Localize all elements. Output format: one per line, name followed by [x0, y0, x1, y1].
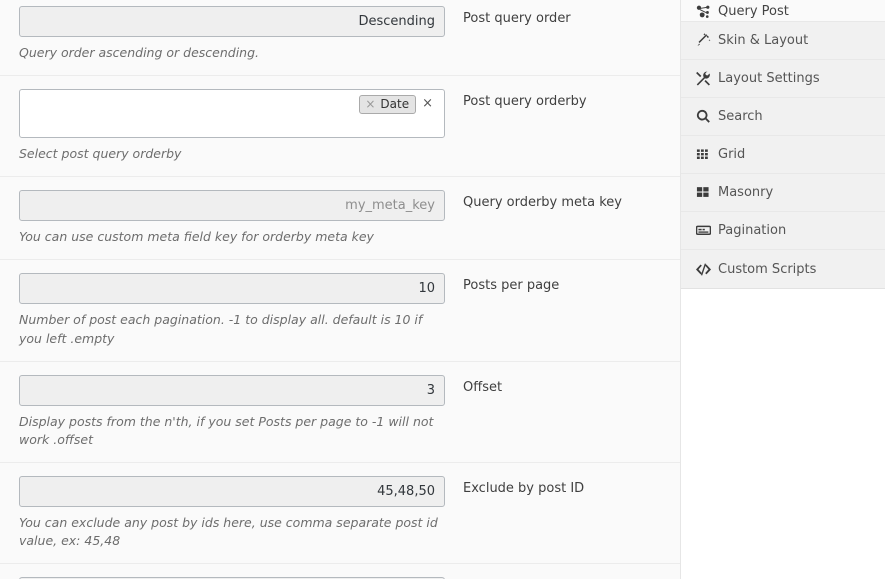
- pagination-icon: [695, 223, 711, 239]
- masonry-icon: [695, 185, 711, 201]
- sidebar-item-label: Query Post: [718, 4, 789, 19]
- field-label: Exclude by post ID: [463, 480, 585, 496]
- sidebar-item-pagination[interactable]: Pagination: [681, 212, 885, 250]
- post-query-orderby-multiselect[interactable]: × Date ×: [19, 89, 445, 139]
- field-control: Display posts from the n'th, if you set …: [0, 374, 445, 449]
- field-row: Posts per page Number of post each pagina…: [0, 260, 680, 362]
- field-row: Exclude by post ID You can exclude any po…: [0, 462, 680, 565]
- sidebar-item-label: Grid: [718, 147, 746, 162]
- grid-icon: [695, 147, 711, 163]
- sidebar-item-label: Custom Scripts: [718, 261, 817, 277]
- sidebar-item-label: Pagination: [718, 223, 787, 238]
- field-label: Offset: [463, 379, 503, 395]
- field-control: × Date × Select post query orderby: [0, 89, 445, 163]
- search-icon: [695, 109, 711, 125]
- field-control: You can exclude any post by ids here, us…: [0, 475, 445, 550]
- sidebar-item-grid[interactable]: Grid: [681, 136, 885, 174]
- sidebar-item-layout-settings[interactable]: Layout Settings: [681, 60, 885, 98]
- sidebar-item-custom-scripts[interactable]: Custom Scripts: [681, 250, 885, 288]
- field-row: Post query order Descending .Query order a…: [0, 0, 680, 77]
- settings-panel: Query Post Skin & Layout Layout Settings Se…: [0, 0, 885, 579]
- sidebar-item-label: Search: [718, 109, 763, 124]
- exclude-by-post-id-input[interactable]: [19, 475, 445, 507]
- field-label: Post query orderby: [463, 94, 587, 110]
- settings-content: Post query order Descending .Query order a…: [0, 0, 680, 579]
- posts-per-page-input[interactable]: [19, 273, 445, 305]
- code-icon: [695, 261, 711, 277]
- tools-icon: [695, 71, 711, 87]
- field-label: Post query order: [463, 11, 571, 26]
- selected-token: Date ×: [359, 95, 417, 115]
- field-label: Query orderby meta key: [463, 195, 622, 211]
- sidebar-item-label: Layout Settings: [718, 71, 820, 86]
- field-description: Number of post each pagination. -1 to di…: [19, 312, 423, 346]
- field-description: You can exclude any post by ids here, us…: [19, 514, 438, 548]
- field-row: Post query orderby × Date × Select post quer…: [0, 76, 680, 178]
- field-description: .Query order ascending or descending: [19, 45, 260, 60]
- field-row: Search parameter: [0, 564, 680, 579]
- field-control: Number of post each pagination. -1 to di…: [0, 273, 445, 347]
- selected-value: Descending: [358, 14, 435, 29]
- sitemap-icon: [695, 3, 711, 19]
- field-control: You can use custom meta field key for or…: [0, 190, 445, 246]
- field-control: Descending .Query order ascending or desc…: [0, 6, 445, 62]
- sidebar-item-search[interactable]: Search: [681, 98, 885, 136]
- field-description: Select post query orderby: [19, 146, 182, 162]
- offset-input[interactable]: [19, 374, 445, 406]
- token-label: Date: [380, 97, 410, 112]
- field-row: Offset Display posts from the n'th, if yo…: [0, 361, 680, 463]
- field-description: Display posts from the n'th, if you set …: [19, 413, 434, 447]
- magic-wand-icon: [695, 33, 711, 49]
- field-description: You can use custom meta field key for or…: [19, 229, 374, 245]
- settings-sidebar: Query Post Skin & Layout Layout Settings Se…: [680, 0, 885, 579]
- field-row: Query orderby meta key You can use custom…: [0, 177, 680, 261]
- sidebar-item-label: Masonry: [718, 185, 774, 200]
- post-query-order-select[interactable]: Descending: [19, 6, 445, 37]
- query-orderby-meta-key-input[interactable]: [19, 190, 445, 222]
- sidebar-item-skin-layout[interactable]: Skin & Layout: [681, 22, 885, 60]
- token-remove-icon[interactable]: ×: [365, 97, 375, 112]
- sidebar-item-masonry[interactable]: Masonry: [681, 174, 885, 212]
- clear-all-icon[interactable]: ×: [419, 95, 436, 113]
- sidebar-item-label: Skin & Layout: [718, 33, 809, 48]
- field-label: Posts per page: [463, 278, 560, 294]
- sidebar-menu: Query Post Skin & Layout Layout Settings Se…: [681, 0, 885, 289]
- sidebar-item-query-post[interactable]: Query Post: [681, 0, 885, 22]
